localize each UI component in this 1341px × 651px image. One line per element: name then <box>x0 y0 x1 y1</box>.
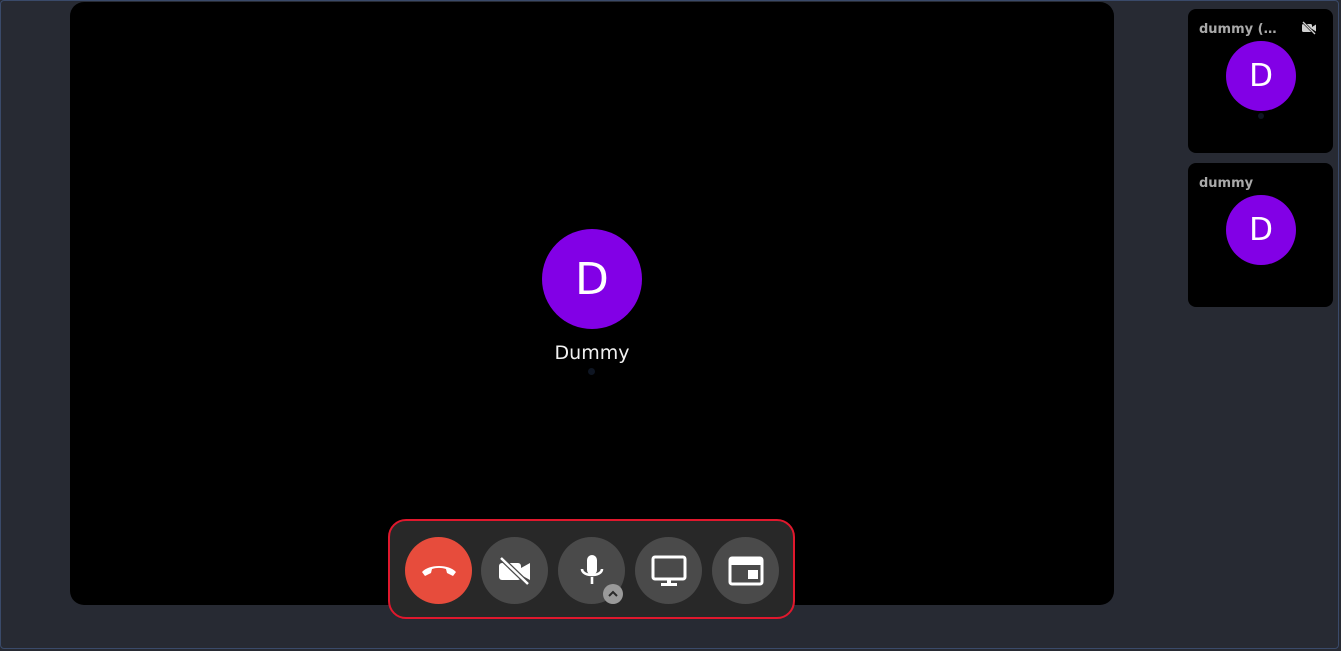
audio-indicator-dot <box>588 368 595 375</box>
screen-share-icon <box>651 555 686 586</box>
participant-tile-name: dummy <box>1199 176 1254 191</box>
call-controls-toolbar <box>388 519 795 619</box>
main-participant-avatar: D <box>542 229 642 329</box>
app-window: D Dummy dummy (y… D dummy D <box>0 0 1339 649</box>
microphone-icon <box>580 554 603 584</box>
layout-button[interactable] <box>712 537 779 604</box>
hang-up-button[interactable] <box>405 537 472 604</box>
chevron-up-icon <box>608 590 618 597</box>
microphone-button[interactable] <box>558 537 625 604</box>
hang-up-icon <box>421 565 456 576</box>
participant-tile-name: dummy (y… <box>1199 22 1285 37</box>
main-participant-name: Dummy <box>554 342 630 364</box>
participant-tile-avatar: D <box>1226 41 1296 111</box>
audio-indicator-dot <box>1258 113 1264 119</box>
participant-tile-self[interactable]: dummy (y… D <box>1188 9 1333 153</box>
screen-share-button[interactable] <box>635 537 702 604</box>
audio-settings-toggle[interactable] <box>603 584 623 604</box>
camera-off-icon <box>1302 21 1316 35</box>
camera-toggle-button[interactable] <box>481 537 548 604</box>
participant-tile-avatar: D <box>1226 195 1296 265</box>
main-video-stage: D Dummy <box>70 2 1114 605</box>
layout-icon <box>728 556 763 585</box>
participant-tile[interactable]: dummy D <box>1188 163 1333 307</box>
camera-off-icon <box>498 555 530 586</box>
